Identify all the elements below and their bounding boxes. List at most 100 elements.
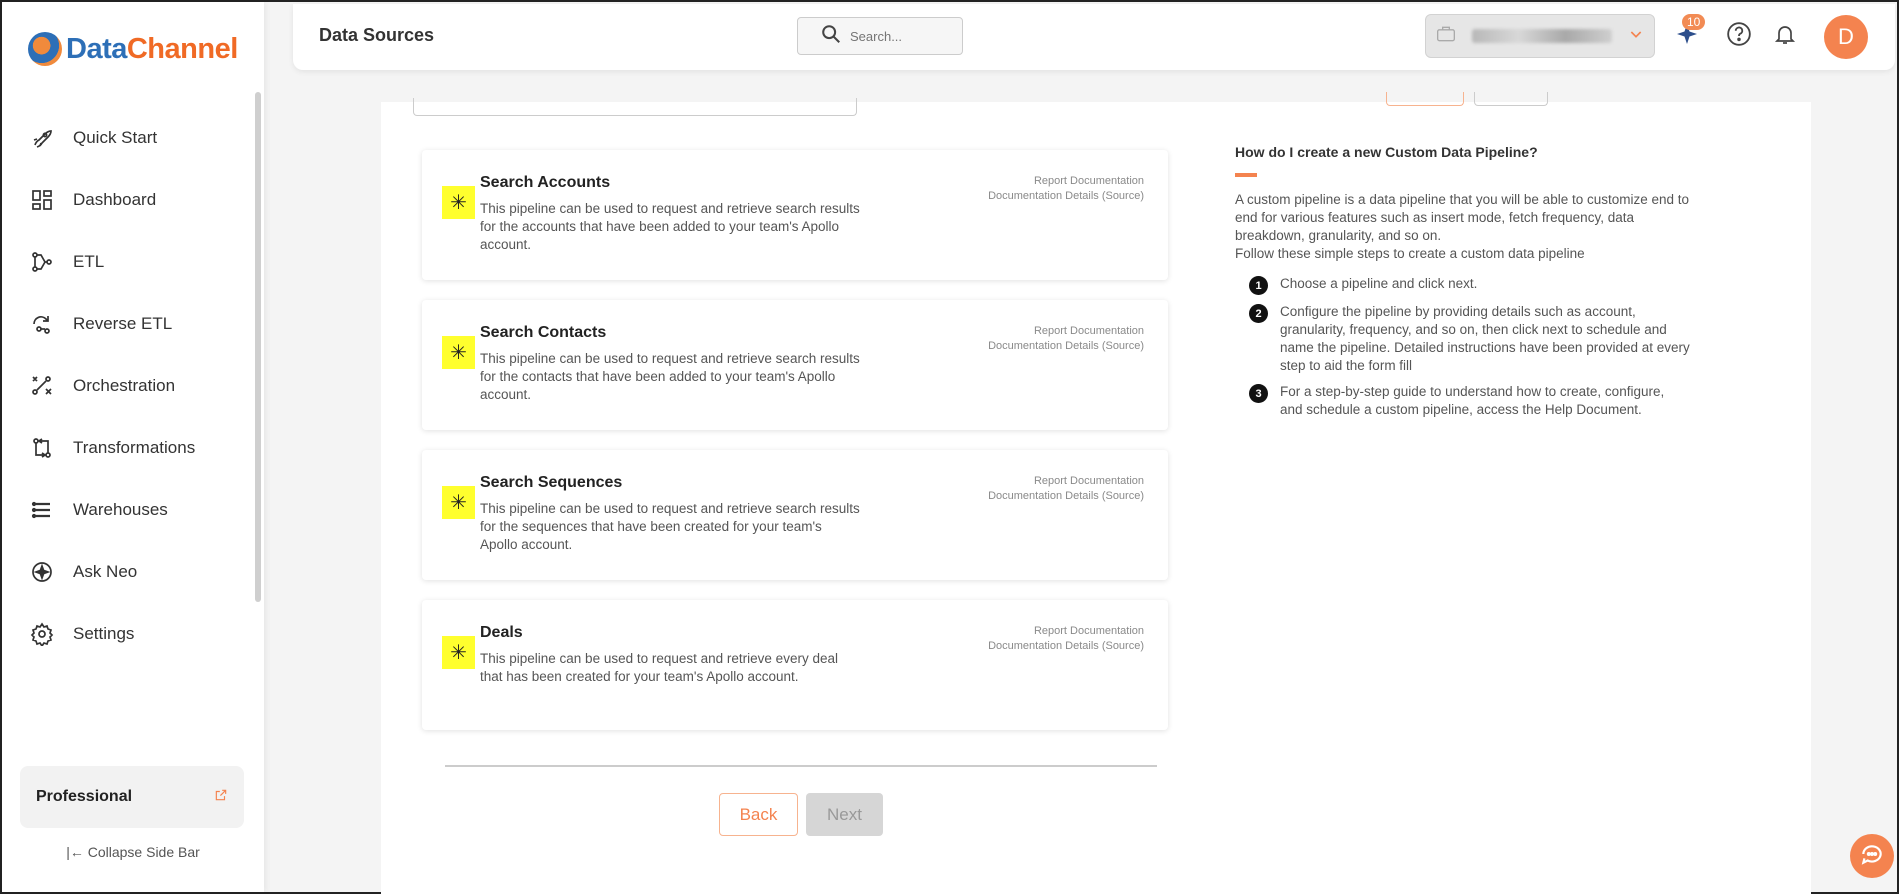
step-text: For a step-by-step guide to understand h… [1280, 384, 1665, 417]
scrolled-top-button-primary[interactable] [1386, 92, 1464, 106]
pipeline-description: This pipeline can be used to request and… [480, 501, 860, 552]
sidebar-item-label: ETL [73, 252, 105, 271]
chevron-down-icon [1628, 26, 1644, 47]
plan-card[interactable]: Professional [20, 766, 244, 828]
apollo-icon: ✳ [442, 636, 475, 669]
sparkle-icon [29, 559, 55, 585]
sidebar-nav: Quick Start Dashboard ETL Reverse ETL Or… [2, 107, 252, 665]
step-number: 3 [1249, 384, 1268, 403]
apollo-icon: ✳ [442, 486, 475, 519]
pipeline-card[interactable]: ✳ Search Sequences This pipeline can be … [422, 450, 1168, 580]
next-button[interactable]: Next [806, 793, 883, 836]
plan-label: Professional [36, 788, 133, 805]
pipeline-links: Report Documentation Documentation Detai… [988, 174, 1144, 204]
etl-flow-icon [29, 249, 55, 275]
account-selector[interactable] [1425, 14, 1655, 58]
collapse-sidebar-button[interactable]: |← Collapse Side Bar [2, 844, 264, 860]
step-number: 1 [1249, 276, 1268, 295]
help-button[interactable] [1725, 21, 1753, 52]
scrolled-input-field[interactable] [413, 98, 857, 116]
sidebar-item-dashboard[interactable]: Dashboard [2, 169, 252, 231]
sidebar-item-reverse-etl[interactable]: Reverse ETL [2, 293, 252, 355]
page-title: Data Sources [319, 25, 435, 45]
sidebar-item-label: Orchestration [73, 376, 176, 395]
scrolled-top-button-secondary[interactable] [1474, 92, 1548, 106]
transform-icon [29, 435, 55, 461]
bell-icon [1773, 22, 1797, 51]
account-name-redacted [1472, 29, 1612, 43]
sidebar-item-label: Quick Start [73, 128, 158, 147]
pipeline-title: Search Accounts [480, 174, 611, 191]
stack-icon [29, 497, 55, 523]
step-number: 2 [1249, 304, 1268, 323]
help-step: 2 Configure the pipeline by providing de… [1235, 303, 1705, 375]
brand-logo[interactable]: DataChannel [28, 32, 238, 66]
documentation-details-link[interactable]: Documentation Details (Source) [988, 339, 1144, 354]
sidebar-item-ask-neo[interactable]: Ask Neo [2, 541, 252, 603]
avatar[interactable]: D [1824, 15, 1868, 59]
pipeline-title: Deals [480, 624, 523, 641]
notifications-button[interactable] [1771, 22, 1799, 50]
pipeline-title: Search Contacts [480, 324, 607, 341]
sidebar-item-label: Warehouses [73, 500, 168, 519]
report-documentation-link[interactable]: Report Documentation [988, 624, 1144, 639]
documentation-details-link[interactable]: Documentation Details (Source) [988, 639, 1144, 654]
top-header: Data Sources 10 D [293, 4, 1895, 70]
collapse-label: Collapse Side Bar [87, 844, 200, 860]
pipeline-description: This pipeline can be used to request and… [480, 201, 860, 252]
report-documentation-link[interactable]: Report Documentation [988, 174, 1144, 189]
sidebar-item-quick-start[interactable]: Quick Start [2, 107, 252, 169]
pipeline-card[interactable]: ✳ Search Accounts This pipeline can be u… [422, 150, 1168, 280]
pipeline-card[interactable]: ✳ Deals This pipeline can be used to req… [422, 600, 1168, 730]
sidebar-item-warehouses[interactable]: Warehouses [2, 479, 252, 541]
step-text: Configure the pipeline by providing deta… [1280, 304, 1690, 373]
search-box[interactable] [797, 17, 963, 55]
pipeline-title: Search Sequences [480, 474, 623, 491]
logo-mark-icon [28, 32, 62, 66]
sidebar-item-transformations[interactable]: Transformations [2, 417, 252, 479]
sidebar-item-label: Settings [73, 624, 135, 643]
sidebar-scrollbar[interactable] [255, 92, 261, 602]
divider [445, 765, 1157, 767]
help-step: 3 For a step-by-step guide to understand… [1235, 383, 1705, 419]
pipeline-links: Report Documentation Documentation Detai… [988, 474, 1144, 504]
apollo-icon: ✳ [442, 186, 475, 219]
help-title: How do I create a new Custom Data Pipeli… [1235, 144, 1538, 160]
notification-count-badge: 10 [1682, 14, 1706, 30]
help-panel: How do I create a new Custom Data Pipeli… [1235, 144, 1705, 419]
sidebar-item-settings[interactable]: Settings [2, 603, 252, 665]
reverse-etl-icon [29, 311, 55, 337]
sidebar: DataChannel Quick Start Dashboard ETL Re… [2, 2, 264, 892]
sidebar-item-label: Transformations [73, 438, 196, 457]
pipeline-links: Report Documentation Documentation Detai… [988, 624, 1144, 654]
brand-name: DataChannel [66, 32, 238, 65]
sidebar-item-label: Reverse ETL [73, 314, 173, 333]
pipeline-card[interactable]: ✳ Search Contacts This pipeline can be u… [422, 300, 1168, 430]
sidebar-item-label: Ask Neo [73, 562, 138, 581]
orchestration-icon [29, 373, 55, 399]
help-accent-bar [1235, 173, 1257, 177]
help-step: 1 Choose a pipeline and click next. [1235, 275, 1705, 295]
report-documentation-link[interactable]: Report Documentation [988, 474, 1144, 489]
external-link-icon[interactable] [214, 788, 228, 807]
search-icon [820, 23, 842, 50]
grid-icon [29, 187, 55, 213]
help-intro: Follow these simple steps to create a cu… [1235, 246, 1585, 261]
step-text: Choose a pipeline and click next. [1280, 276, 1478, 291]
search-input[interactable] [850, 28, 940, 44]
sidebar-item-label: Dashboard [73, 190, 157, 209]
help-paragraph: A custom pipeline is a data pipeline tha… [1235, 191, 1705, 263]
sidebar-item-etl[interactable]: ETL [2, 231, 252, 293]
sidebar-item-orchestration[interactable]: Orchestration [2, 355, 252, 417]
documentation-details-link[interactable]: Documentation Details (Source) [988, 489, 1144, 504]
account-icon [1436, 25, 1456, 48]
report-documentation-link[interactable]: Report Documentation [988, 324, 1144, 339]
chat-support-button[interactable] [1850, 834, 1894, 878]
documentation-details-link[interactable]: Documentation Details (Source) [988, 189, 1144, 204]
pipeline-links: Report Documentation Documentation Detai… [988, 324, 1144, 354]
back-button[interactable]: Back [719, 793, 798, 836]
chat-bubble-icon [1859, 841, 1885, 872]
pipeline-description: This pipeline can be used to request and… [480, 351, 860, 402]
help-icon [1726, 21, 1752, 52]
collapse-arrow-icon: |← [66, 844, 84, 860]
